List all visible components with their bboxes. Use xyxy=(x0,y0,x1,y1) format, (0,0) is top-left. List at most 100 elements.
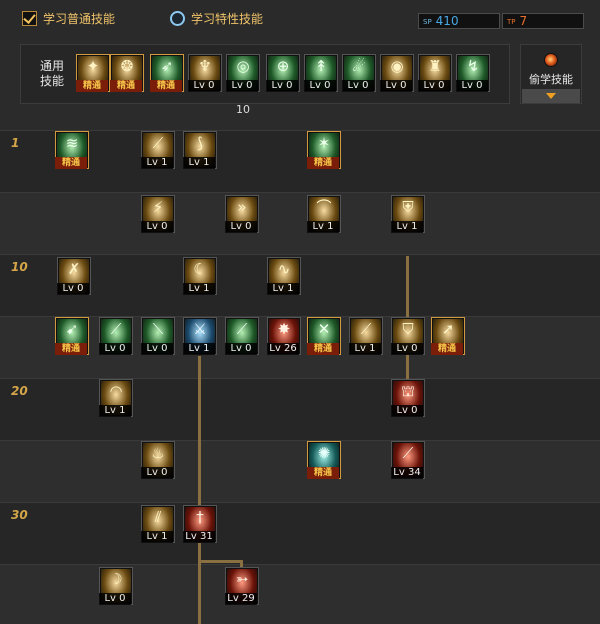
skill-slot[interactable]: ⟋ Lv 34 xyxy=(391,441,425,479)
skill-slot[interactable]: ♜ Lv 0 xyxy=(418,54,452,92)
lunge-icon: ➹ xyxy=(65,320,79,338)
skill-slot[interactable]: ✕ 精通 xyxy=(307,317,341,355)
skill-slot[interactable]: † Lv 31 xyxy=(183,505,217,543)
green-blade-icon: ⟋ xyxy=(110,320,122,338)
skill-level-label: Lv 1 xyxy=(141,157,173,169)
top-bar: 学习普通技能 学习特性技能 SP 410 TP 7 xyxy=(0,0,600,40)
skill-slot[interactable]: ♨ Lv 0 xyxy=(141,441,175,479)
moon-swirl-icon: ☾ xyxy=(193,260,207,278)
steal-orb-icon xyxy=(544,53,558,67)
skill-slot[interactable]: ☽ Lv 0 xyxy=(99,567,133,605)
skill-slot[interactable]: ⛨ Lv 1 xyxy=(391,195,425,233)
checkbox-checked-icon[interactable] xyxy=(22,11,37,26)
skill-level-label: Lv 1 xyxy=(99,405,131,417)
skill-level-label: Lv 0 xyxy=(380,80,412,92)
required-level-label: 1 xyxy=(11,136,20,150)
skill-slot[interactable]: ➚ 精通 xyxy=(431,317,465,355)
skill-slot[interactable]: ➳ Lv 29 xyxy=(225,567,259,605)
crossed-blades-icon: ✕ xyxy=(317,320,331,338)
skill-slot[interactable]: ☾ Lv 1 xyxy=(183,257,217,295)
skill-mastered-badge: 精通 xyxy=(76,80,108,92)
required-level-label: 20 xyxy=(11,384,28,398)
skill-slot[interactable]: ⊕ Lv 0 xyxy=(266,54,300,92)
steal-skills-dropdown-button[interactable] xyxy=(522,89,580,103)
skill-slot[interactable]: ⟆ Lv 1 xyxy=(183,131,217,169)
skill-level-label: Lv 0 xyxy=(225,221,257,233)
skill-slot[interactable]: ↯ Lv 0 xyxy=(456,54,490,92)
common-skills-panel: 通用技能 ✦ 精通 ❂ 精通 ➶ 精通 ♆ Lv 0 ◎ Lv 0 ⊕ Lv 0 ↟ Lv 0 ☄ Lv 0 ◉… xyxy=(20,44,510,104)
cross-cut-icon: ✗ xyxy=(67,260,81,278)
skill-slot[interactable]: ⛉ Lv 0 xyxy=(391,317,425,355)
skill-slot[interactable]: ◠ Lv 1 xyxy=(99,379,133,417)
skill-level-label: Lv 0 xyxy=(141,221,173,233)
triple-arrow-icon: » xyxy=(237,198,247,216)
skill-slot[interactable]: ♆ Lv 0 xyxy=(188,54,222,92)
sp-tag: SP xyxy=(423,18,432,26)
skill-slot[interactable]: ✗ Lv 0 xyxy=(57,257,91,295)
skill-slot[interactable]: ∿ Lv 1 xyxy=(267,257,301,295)
skill-slot[interactable]: ⚔ Lv 1 xyxy=(183,317,217,355)
skill-slot[interactable]: ❂ 精通 xyxy=(110,54,144,92)
skill-level-label: Lv 0 xyxy=(188,80,220,92)
skill-tree-row xyxy=(0,440,600,502)
skill-level-label: Lv 1 xyxy=(391,221,423,233)
skill-slot[interactable]: ⟋ Lv 1 xyxy=(349,317,383,355)
storm-blades-icon: ⫽ xyxy=(154,508,162,526)
skill-level-label: Lv 31 xyxy=(183,531,215,543)
skill-slot[interactable]: ➹ 精通 xyxy=(55,317,89,355)
skill-level-label: Lv 0 xyxy=(266,80,298,92)
power-up-icon: ♜ xyxy=(428,57,442,75)
skill-slot[interactable]: ⫽ Lv 1 xyxy=(141,505,175,543)
learn-normal-skills-option[interactable]: 学习普通技能 xyxy=(22,10,115,27)
skill-slot[interactable]: ⌒ Lv 1 xyxy=(307,195,341,233)
skill-slot[interactable]: ➶ 精通 xyxy=(150,54,184,92)
skill-tree: 1 10 20 30 ≋ 精通 ⟋ Lv 1 ⟆ Lv 1 ✶ 精通 ⚡ Lv 0» Lv 0 ⌒ Lv 1 ⛨… xyxy=(0,130,600,624)
fortress-icon: ⛫ xyxy=(401,382,415,400)
skill-slot[interactable]: ⟋ Lv 0 xyxy=(225,317,259,355)
shockwave-icon: ✺ xyxy=(317,444,331,462)
learn-trait-skills-option[interactable]: 学习特性技能 xyxy=(170,10,263,27)
skill-level-label: Lv 29 xyxy=(225,593,257,605)
skill-mastered-badge: 精通 xyxy=(307,157,339,169)
skill-tree-row xyxy=(0,564,600,624)
fan-slash-icon: ⌒ xyxy=(316,198,332,216)
skill-slot[interactable]: ⟋ Lv 0 xyxy=(99,317,133,355)
prerequisite-connector xyxy=(198,560,242,563)
radio-unselected-icon[interactable] xyxy=(170,11,185,26)
skill-slot[interactable]: ✸ Lv 26 xyxy=(267,317,301,355)
skill-level-label: Lv 0 xyxy=(304,80,336,92)
skill-slot[interactable]: ↟ Lv 0 xyxy=(304,54,338,92)
steal-skills-panel[interactable]: 偷学技能 xyxy=(520,44,582,104)
skill-level-label: Lv 0 xyxy=(141,467,173,479)
skill-level-label: Lv 1 xyxy=(349,343,381,355)
skill-level-label: Lv 0 xyxy=(99,593,131,605)
skill-mastered-badge: 精通 xyxy=(150,80,182,92)
skill-slot[interactable]: ⚡ Lv 0 xyxy=(141,195,175,233)
claw-strike-icon: ⚡ xyxy=(152,198,164,216)
tp-value: 7 xyxy=(519,14,528,28)
skill-slot[interactable]: ☄ Lv 0 xyxy=(342,54,376,92)
skill-slot[interactable]: ≋ 精通 xyxy=(55,131,89,169)
skill-slot[interactable]: ⛫ Lv 0 xyxy=(391,379,425,417)
explosion-icon: ✸ xyxy=(277,320,291,338)
wings-icon: ♆ xyxy=(198,57,212,75)
skill-level-label: Lv 0 xyxy=(226,80,258,92)
skill-slot[interactable]: ✶ 精通 xyxy=(307,131,341,169)
skill-slot[interactable]: ✦ 精通 xyxy=(76,54,110,92)
skill-slot[interactable]: » Lv 0 xyxy=(225,195,259,233)
skill-level-label: Lv 0 xyxy=(456,80,488,92)
crosshair-icon: ⊕ xyxy=(276,57,290,75)
skill-slot[interactable]: ◎ Lv 0 xyxy=(226,54,260,92)
skill-slot[interactable]: ⟋ Lv 1 xyxy=(141,131,175,169)
skill-slot[interactable]: ✺ 精通 xyxy=(307,441,341,479)
common-skills-label: 通用技能 xyxy=(39,59,64,88)
skill-slot[interactable]: ⟍ Lv 0 xyxy=(141,317,175,355)
skill-level-label: Lv 26 xyxy=(267,343,299,355)
skill-slot[interactable]: ◉ Lv 0 xyxy=(380,54,414,92)
throw-icon: ☄ xyxy=(352,57,366,75)
sp-value: 410 xyxy=(435,14,459,28)
rising-wave-icon: ∿ xyxy=(277,260,291,278)
skill-level-label: Lv 1 xyxy=(307,221,339,233)
skill-tree-row xyxy=(0,192,600,254)
skill-level-label: Lv 34 xyxy=(391,467,423,479)
